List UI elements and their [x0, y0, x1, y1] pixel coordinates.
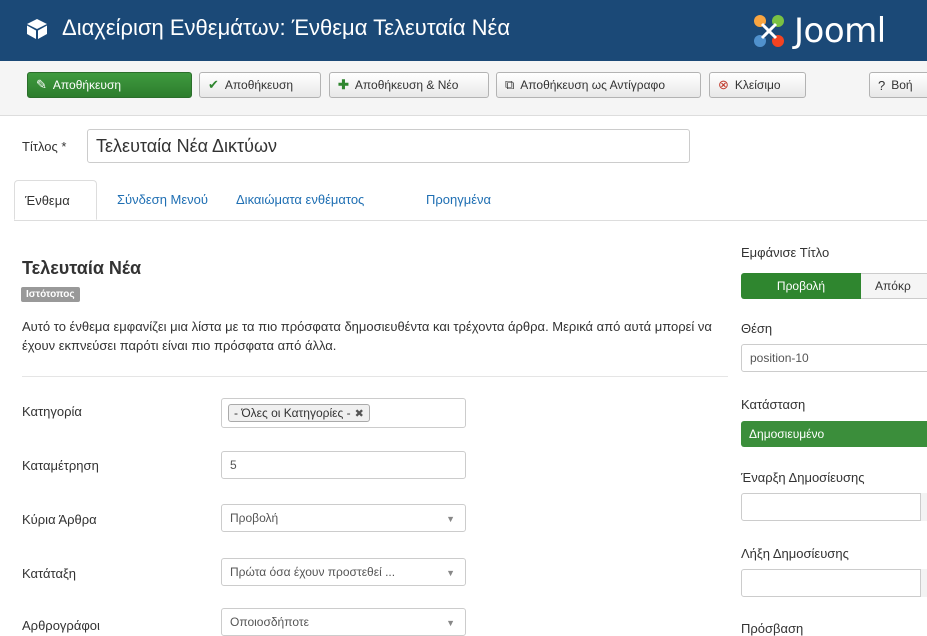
ordering-select[interactable]: Πρώτα όσα έχουν προστεθεί ... ▼	[221, 558, 466, 586]
plus-icon: ✚	[338, 77, 349, 92]
tab-menu-assignment[interactable]: Σύνδεση Μενού	[117, 180, 208, 220]
chevron-down-icon: ▼	[446, 568, 455, 578]
module-name: Τελευταία Νέα	[22, 258, 142, 278]
access-label: Πρόσβαση	[741, 621, 804, 636]
tab-permissions[interactable]: Δικαιώματα ενθέματος	[236, 180, 364, 220]
publish-down-input[interactable]	[741, 569, 927, 597]
position-label: Θέση	[741, 321, 773, 336]
tab-module[interactable]: Ένθεμα	[14, 180, 97, 220]
divider	[22, 376, 728, 377]
status-label: Κατάσταση	[741, 397, 806, 412]
chevron-down-icon: ▼	[446, 618, 455, 628]
title-input-value: Τελευταία Νέα Δικτύων	[96, 135, 278, 156]
show-title-on[interactable]: Προβολή	[741, 273, 861, 299]
publish-down-label: Λήξη Δημοσίευσης	[741, 546, 849, 561]
cube-icon	[27, 19, 47, 39]
title-input[interactable]: Τελευταία Νέα Δικτύων	[87, 129, 690, 163]
tab-advanced[interactable]: Προηγμένα	[426, 180, 491, 220]
show-title-toggle: Προβολή Απόκρ	[741, 273, 927, 299]
site-badge: Ιστότοπος	[21, 287, 80, 302]
help-button[interactable]: ? Βοή	[869, 72, 927, 98]
joomla-logo-icon	[754, 15, 784, 47]
count-input[interactable]: 5	[221, 451, 466, 479]
module-description: Αυτό το ένθεμα εμφανίζει μια λίστα με τα…	[22, 319, 712, 353]
publish-up-label: Έναρξη Δημοσίευσης	[741, 470, 865, 485]
logo-text: Jooml	[794, 11, 886, 51]
show-title-label: Εμφάνισε Τίτλο	[741, 245, 830, 260]
publish-up-input[interactable]	[741, 493, 927, 521]
tab-bar: Ένθεμα Σύνδεση Μενού Δικαιώματα ενθέματο…	[14, 180, 927, 221]
copy-icon: ⧉	[505, 77, 515, 92]
close-button[interactable]: ⊗ Κλείσιμο	[709, 72, 806, 98]
authors-select[interactable]: Οποιοσδήποτε ▼	[221, 608, 466, 636]
save-close-button[interactable]: ✔ Αποθήκευση	[199, 72, 321, 98]
category-chip[interactable]: - Όλες οι Κατηγορίες - ✖	[228, 404, 370, 422]
position-select[interactable]: position-10	[741, 344, 927, 372]
toolbar: ✎ Αποθήκευση ✔ Αποθήκευση ✚ Αποθήκευση &…	[0, 61, 927, 116]
save-button[interactable]: ✎ Αποθήκευση	[27, 72, 192, 98]
category-label: Κατηγορία	[22, 404, 82, 419]
title-label: Τίτλος *	[22, 139, 67, 154]
status-select[interactable]: Δημοσιευμένο	[741, 421, 927, 447]
app-header: Διαχείριση Ενθεμάτων: Ένθεμα Τελευταία Ν…	[0, 0, 927, 61]
calendar-icon[interactable]	[920, 493, 927, 521]
page-title: Διαχείριση Ενθεμάτων: Ένθεμα Τελευταία Ν…	[62, 15, 511, 40]
show-title-off[interactable]: Απόκρ	[861, 273, 927, 299]
count-label: Καταμέτρηση	[22, 458, 99, 473]
featured-select[interactable]: Προβολή ▼	[221, 504, 466, 532]
close-icon: ⊗	[718, 77, 729, 92]
joomla-logo[interactable]: Jooml	[748, 10, 886, 52]
ordering-label: Κατάταξη	[22, 566, 77, 581]
featured-label: Κύρια Άρθρα	[22, 512, 97, 527]
check-icon: ✔	[208, 77, 219, 92]
save-copy-button[interactable]: ⧉ Αποθήκευση ως Αντίγραφο	[496, 72, 701, 98]
save-new-button[interactable]: ✚ Αποθήκευση & Νέο	[329, 72, 489, 98]
help-icon: ?	[878, 77, 886, 93]
edit-icon: ✎	[36, 77, 47, 92]
category-select[interactable]: - Όλες οι Κατηγορίες - ✖	[221, 398, 466, 428]
remove-icon[interactable]: ✖	[355, 407, 364, 420]
calendar-icon[interactable]	[920, 569, 927, 597]
chevron-down-icon: ▼	[446, 514, 455, 524]
